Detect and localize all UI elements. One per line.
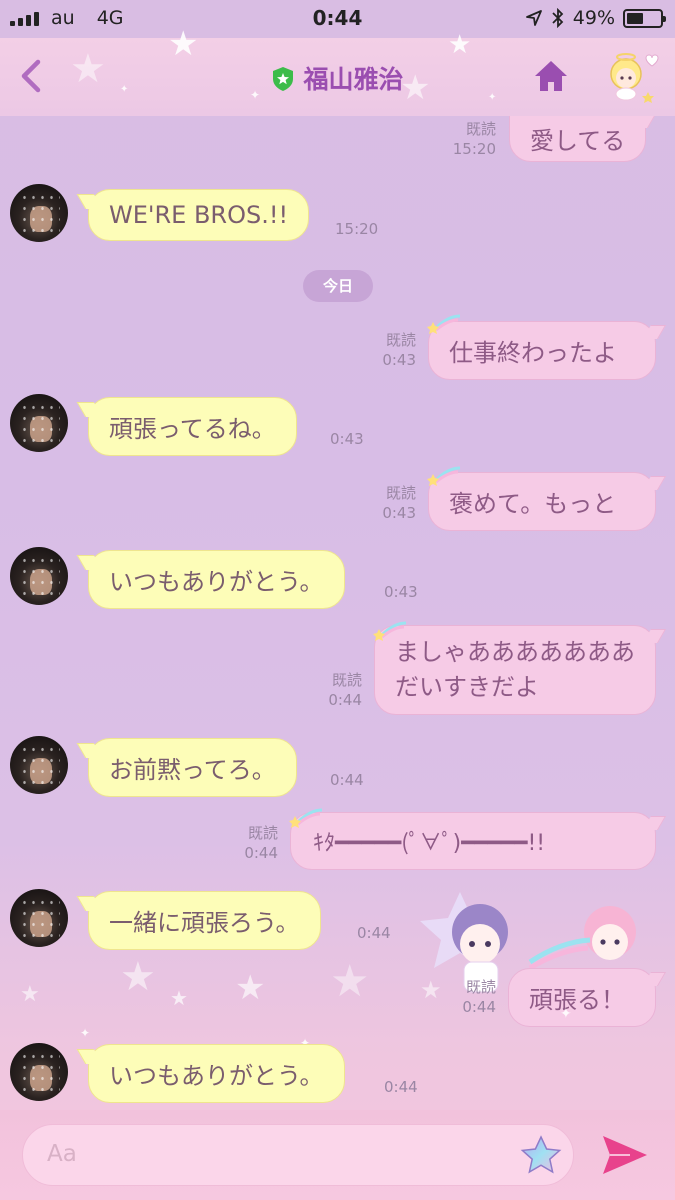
message-time: 0:44 [357, 924, 391, 942]
avatar[interactable] [10, 184, 68, 242]
battery-level [627, 12, 643, 24]
message-bubble-incoming[interactable]: WE'RE BROS.!! [88, 189, 310, 241]
avatar[interactable] [10, 394, 68, 452]
message-text: お前黙ってろ。 [109, 756, 276, 784]
decor-star: ★ [168, 24, 199, 64]
decor-star: ★ [170, 986, 188, 1010]
read-receipt: 既読 [247, 824, 278, 842]
decor-star: ✦ [560, 1006, 572, 1022]
message-text: いつもありがとう。 [109, 1062, 324, 1090]
decor-star: ★ [235, 968, 266, 1008]
shooting-star-icon [373, 621, 406, 641]
message-bubble-outgoing[interactable]: 仕事終わったよ [428, 321, 656, 380]
message-meta: 既読 15:20 [440, 120, 496, 159]
message-meta: 既読 0:44 [222, 824, 278, 863]
message-time: 15:20 [335, 220, 379, 238]
message-time: 15:20 [452, 139, 496, 158]
read-receipt: 既読 [385, 331, 416, 349]
send-icon[interactable] [600, 1132, 650, 1178]
message-text: 頑張ってるね。 [109, 415, 276, 443]
avatar[interactable] [10, 1043, 68, 1101]
shooting-star-icon [289, 808, 322, 828]
message-meta: 既読 0:43 [360, 484, 416, 523]
date-separator: 今日 [303, 270, 373, 302]
message-bubble-incoming[interactable]: いつもありがとう。 [88, 1044, 345, 1103]
message-text: 愛してる [530, 127, 626, 155]
chat-title-text: 福山雅治 [303, 65, 404, 94]
decor-star: ★ [120, 954, 156, 1000]
status-bar: au 4G 0:44 49% [0, 0, 675, 38]
angel-icon[interactable] [600, 48, 660, 104]
message-bubble-incoming[interactable]: いつもありがとう。 [88, 550, 345, 609]
decor-star: ✦ [80, 1026, 91, 1040]
battery-icon [623, 8, 666, 28]
avatar[interactable] [10, 547, 68, 605]
avatar[interactable] [10, 736, 68, 794]
message-time: 0:44 [330, 771, 364, 789]
emoji-star-icon[interactable] [519, 1134, 563, 1178]
message-bubble-outgoing[interactable]: ｷﾀ━━━━━(ﾟ∀ﾟ)━━━━━!! [290, 812, 656, 870]
read-receipt: 既読 [331, 671, 362, 689]
decor-star: ★ [20, 982, 40, 1007]
message-text: ｷﾀ━━━━━(ﾟ∀ﾟ)━━━━━!! [313, 831, 546, 856]
location-icon [525, 10, 542, 26]
message-text: 頑張る！ [529, 986, 625, 1014]
message-bubble-outgoing[interactable]: 褒めて。もっと [428, 472, 656, 531]
message-text: 一緒に頑張ろう。 [109, 909, 300, 937]
message-time: 0:43 [382, 350, 416, 369]
message-bubble-incoming[interactable]: 一緒に頑張ろう。 [88, 891, 321, 950]
message-bubble-incoming[interactable]: お前黙ってろ。 [88, 738, 297, 797]
input-placeholder: Aa [47, 1141, 77, 1167]
message-time: 0:43 [384, 583, 418, 601]
message-text-line: ましゃあああああああ [395, 638, 635, 666]
read-receipt: 既読 [385, 484, 416, 502]
battery-percent: 49% [572, 7, 615, 29]
shooting-star-icon [427, 466, 460, 486]
message-meta: 既読 0:44 [306, 671, 362, 710]
message-text: 仕事終わったよ [449, 339, 617, 367]
decor-star: ★ [330, 956, 370, 1007]
message-bubble-outgoing[interactable]: 頑張る！ [508, 968, 656, 1027]
message-input-bar: Aa [0, 1110, 675, 1200]
shield-icon [273, 67, 294, 91]
shooting-star-icon [427, 314, 460, 334]
decor-star: ★ [420, 976, 442, 1004]
bluetooth-icon [552, 8, 564, 28]
home-icon[interactable] [533, 59, 569, 93]
message-time: 0:44 [244, 843, 278, 862]
read-receipt: 既読 [465, 120, 496, 138]
message-time: 0:44 [384, 1078, 418, 1096]
message-time: 0:44 [462, 997, 496, 1016]
message-bubble-incoming[interactable]: 頑張ってるね。 [88, 397, 297, 456]
chat-header: ★ ★ ★ ★ ✦ ✦ ✦ 福山雅治 [0, 24, 675, 116]
message-text-line: だいすきだよ [395, 672, 539, 701]
decor-star: ★ [448, 30, 472, 60]
message-input[interactable]: Aa [22, 1124, 574, 1186]
message-meta: 既読 0:43 [360, 331, 416, 370]
avatar[interactable] [10, 889, 68, 947]
message-text: WE'RE BROS.!! [109, 201, 289, 229]
message-text: いつもありがとう。 [109, 568, 324, 596]
message-meta: 既読 0:44 [440, 978, 496, 1017]
chat-area[interactable]: 既読 15:20 愛してる WE'RE BROS.!! 15:20 今日 既読 … [0, 116, 675, 1120]
message-bubble-outgoing[interactable]: ましゃあああああああ だいすきだよ [374, 625, 656, 715]
chat-title[interactable]: 福山雅治 [0, 60, 675, 96]
message-time: 0:44 [328, 690, 362, 709]
read-receipt: 既読 [465, 978, 496, 996]
status-right: 49% [525, 7, 666, 29]
message-bubble-outgoing[interactable]: 愛してる [509, 116, 647, 162]
message-text: 褒めて。もっと [449, 490, 617, 518]
message-time: 0:43 [382, 503, 416, 522]
message-time: 0:43 [330, 430, 364, 448]
